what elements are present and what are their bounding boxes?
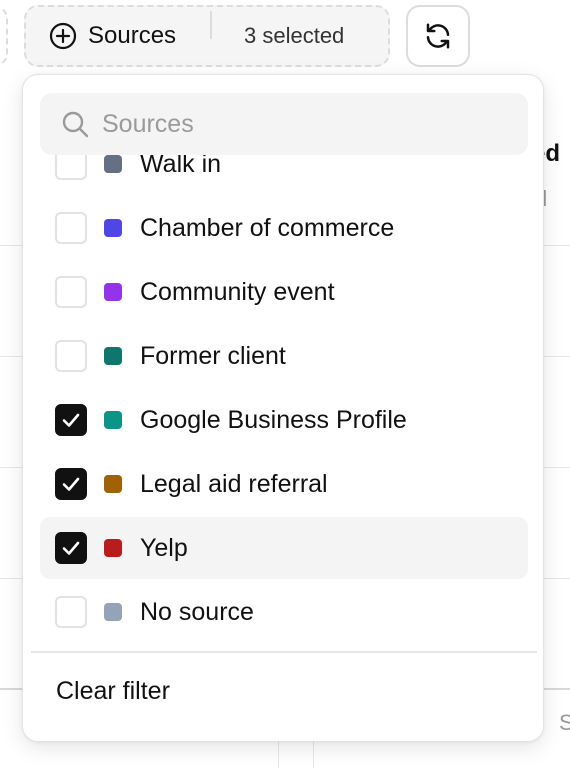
- option-label: Community event: [140, 277, 335, 306]
- refresh-button[interactable]: [406, 5, 470, 67]
- sources-dropdown: Walk in Chamber of commerce Community ev…: [22, 74, 544, 742]
- color-swatch: [104, 475, 122, 493]
- checkbox[interactable]: [55, 276, 87, 308]
- option-legal-aid-referral[interactable]: Legal aid referral: [40, 453, 528, 515]
- color-swatch: [104, 539, 122, 557]
- option-community-event[interactable]: Community event: [40, 261, 528, 323]
- checkmark-icon: [62, 541, 80, 555]
- search-input[interactable]: [102, 104, 482, 144]
- search-icon: [60, 109, 90, 139]
- color-swatch: [104, 283, 122, 301]
- checkbox[interactable]: [55, 340, 87, 372]
- previous-filter-chip[interactable]: [0, 5, 8, 67]
- option-label: Chamber of commerce: [140, 213, 395, 242]
- checkbox-checked[interactable]: [55, 404, 87, 436]
- checkmark-icon: [62, 477, 80, 491]
- option-label: Legal aid referral: [140, 469, 328, 498]
- filter-label: Sources: [88, 22, 177, 49]
- selected-count-badge: 3 selected: [244, 23, 345, 48]
- option-label: No source: [140, 597, 254, 626]
- clear-filter-button[interactable]: Clear filter: [56, 677, 170, 706]
- checkbox[interactable]: [55, 596, 87, 628]
- option-label: Former client: [140, 341, 286, 370]
- color-swatch: [104, 219, 122, 237]
- color-swatch: [104, 411, 122, 429]
- chip-separator: [210, 11, 212, 39]
- option-former-client[interactable]: Former client: [40, 325, 528, 387]
- option-google-business-profile[interactable]: Google Business Profile: [40, 389, 528, 451]
- color-swatch: [104, 603, 122, 621]
- refresh-icon: [423, 21, 453, 51]
- checkbox[interactable]: [55, 212, 87, 244]
- checkbox-checked[interactable]: [55, 532, 87, 564]
- screen: ed d S Sources 3 selected: [0, 0, 570, 768]
- color-swatch: [104, 155, 122, 173]
- option-label: Yelp: [140, 533, 188, 562]
- option-label: Google Business Profile: [140, 405, 407, 434]
- search-field[interactable]: [40, 93, 528, 155]
- plus-circle-icon: [48, 21, 78, 51]
- color-swatch: [104, 347, 122, 365]
- option-yelp[interactable]: Yelp: [40, 517, 528, 579]
- cell-text-fragment: S: [559, 710, 570, 735]
- option-chamber-of-commerce[interactable]: Chamber of commerce: [40, 197, 528, 259]
- options-list: Walk in Chamber of commerce Community ev…: [23, 75, 543, 653]
- checkbox-checked[interactable]: [55, 468, 87, 500]
- option-no-source[interactable]: No source: [40, 581, 528, 643]
- sources-filter-button[interactable]: Sources 3 selected: [24, 5, 390, 67]
- checkmark-icon: [62, 413, 80, 427]
- divider: [31, 651, 537, 653]
